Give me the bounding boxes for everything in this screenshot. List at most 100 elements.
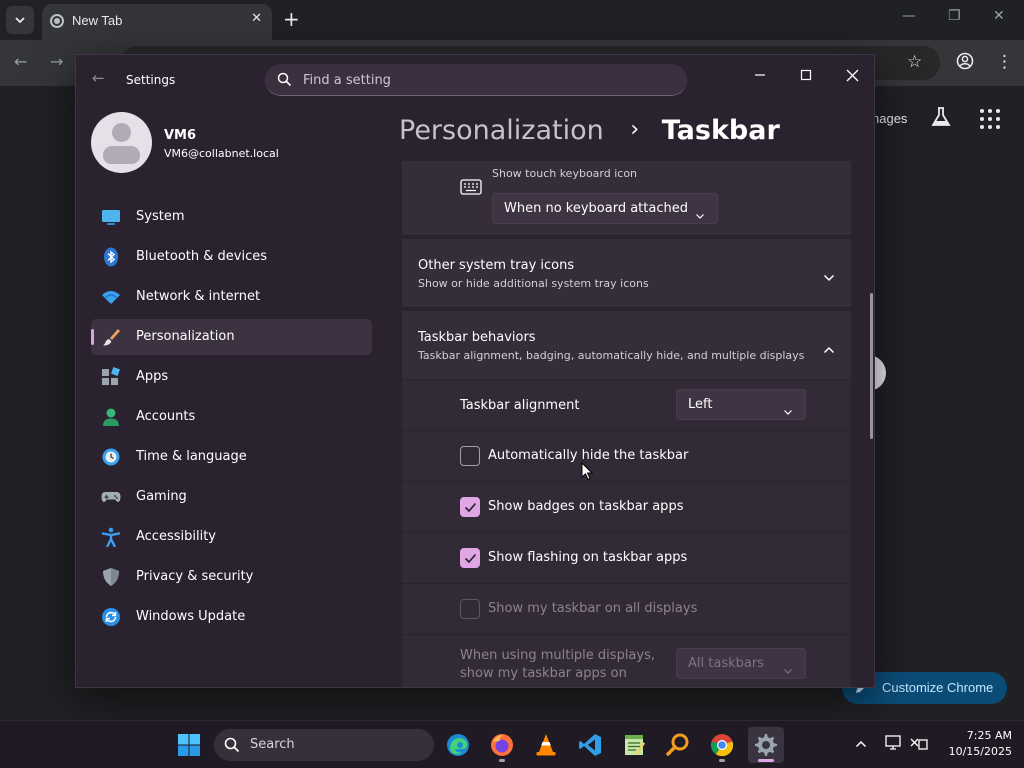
tab-search-button[interactable] bbox=[6, 6, 34, 34]
dropdown-value: When no keyboard attached bbox=[504, 201, 688, 216]
sidebar-item-accessibility[interactable]: Accessibility bbox=[91, 519, 372, 555]
magnifier-app-icon bbox=[666, 733, 689, 756]
sidebar-item-bluetooth[interactable]: Bluetooth & devices bbox=[91, 239, 372, 275]
images-link[interactable]: nages bbox=[872, 111, 907, 126]
settings-search-input[interactable] bbox=[303, 70, 663, 90]
chrome-menu-icon[interactable]: ⋮ bbox=[996, 52, 1013, 72]
tray-overflow-chevron-icon[interactable] bbox=[855, 733, 867, 752]
taskbar-vlc[interactable] bbox=[528, 727, 564, 763]
card-desc: Taskbar alignment, badging, automaticall… bbox=[418, 349, 805, 362]
auto-hide-checkbox[interactable] bbox=[460, 446, 480, 466]
taskbar-clock[interactable]: 7:25 AM 10/15/2025 bbox=[936, 728, 1012, 760]
multi-display-label-line2: show my taskbar apps on bbox=[460, 666, 627, 681]
taskbar-edge[interactable] bbox=[440, 727, 476, 763]
taskbar-search-label: Search bbox=[250, 737, 295, 752]
app-title: Settings bbox=[126, 73, 176, 87]
sidebar-item-personalization[interactable]: Personalization bbox=[91, 319, 372, 355]
sidebar-item-network[interactable]: Network & internet bbox=[91, 279, 372, 315]
minimize-icon bbox=[755, 74, 765, 76]
sidebar-item-label: Personalization bbox=[136, 329, 235, 344]
firefox-icon bbox=[491, 734, 513, 756]
profile-icon[interactable] bbox=[956, 52, 974, 75]
content-scrollbar[interactable] bbox=[870, 293, 873, 439]
other-tray-icons-card[interactable]: Other system tray icons Show or hide add… bbox=[402, 239, 851, 307]
show-badges-label[interactable]: Show badges on taskbar apps bbox=[488, 499, 683, 514]
sidebar-item-label: Apps bbox=[136, 369, 169, 384]
chrome-forward-icon[interactable]: → bbox=[50, 52, 63, 71]
touch-keyboard-dropdown[interactable]: When no keyboard attached bbox=[492, 193, 718, 224]
sidebar-item-accounts[interactable]: Accounts bbox=[91, 399, 372, 435]
sidebar-item-windows-update[interactable]: Windows Update bbox=[91, 599, 372, 635]
checkmark-icon bbox=[464, 553, 477, 564]
taskbar-search-app[interactable] bbox=[660, 727, 696, 763]
sidebar-item-gaming[interactable]: Gaming bbox=[91, 479, 372, 515]
taskbar-firefox[interactable] bbox=[484, 727, 520, 763]
chrome-tab[interactable]: New Tab ✕ bbox=[42, 4, 272, 40]
show-badges-row: Show badges on taskbar apps bbox=[402, 482, 851, 532]
minimize-button[interactable] bbox=[740, 61, 780, 89]
taskbar-settings[interactable] bbox=[748, 727, 784, 763]
chevron-down-icon[interactable] bbox=[823, 267, 835, 286]
taskbar-notepad[interactable] bbox=[616, 727, 652, 763]
chrome-minimize-icon[interactable]: — bbox=[902, 8, 916, 24]
bookmark-star-icon[interactable]: ☆ bbox=[907, 52, 922, 72]
chrome-favicon-icon bbox=[50, 14, 64, 28]
chrome-restore-icon[interactable]: ❐ bbox=[948, 8, 961, 24]
bluetooth-icon bbox=[101, 247, 121, 267]
profile-avatar-icon bbox=[956, 52, 974, 70]
accessibility-icon bbox=[101, 527, 121, 548]
all-displays-checkbox bbox=[460, 599, 480, 619]
taskbar-alignment-dropdown[interactable]: Left bbox=[676, 389, 806, 420]
taskbar-vscode[interactable] bbox=[572, 727, 608, 763]
show-flashing-checkbox[interactable] bbox=[460, 548, 480, 568]
close-icon bbox=[846, 69, 858, 81]
show-badges-checkbox[interactable] bbox=[460, 497, 480, 517]
dropdown-value: All taskbars bbox=[688, 656, 764, 671]
sidebar-item-apps[interactable]: Apps bbox=[91, 359, 372, 395]
dropdown-value: Left bbox=[688, 397, 713, 412]
chevron-down-icon bbox=[783, 660, 793, 679]
taskbar-chrome[interactable] bbox=[704, 727, 740, 763]
start-button[interactable] bbox=[171, 727, 207, 763]
search-icon bbox=[224, 737, 240, 757]
chrome-back-icon[interactable]: ← bbox=[14, 52, 27, 71]
google-apps-icon[interactable] bbox=[980, 109, 1000, 129]
breadcrumb-parent[interactable]: Personalization bbox=[399, 115, 604, 146]
multi-display-dropdown: All taskbars bbox=[676, 648, 806, 679]
chrome-icon bbox=[710, 734, 734, 757]
clock-time: 7:25 AM bbox=[966, 729, 1012, 742]
customize-chrome-label: Customize Chrome bbox=[882, 680, 994, 695]
taskbar-search[interactable]: Search bbox=[214, 729, 434, 761]
network-disconnected-icon[interactable] bbox=[910, 735, 928, 755]
taskbar-behaviors-card[interactable]: Taskbar behaviors Taskbar alignment, bad… bbox=[402, 311, 851, 379]
maximize-button[interactable] bbox=[786, 61, 826, 89]
chevron-down-icon bbox=[783, 401, 793, 420]
new-tab-button[interactable]: + bbox=[283, 8, 300, 30]
display-icon[interactable] bbox=[885, 735, 901, 755]
show-flashing-label[interactable]: Show flashing on taskbar apps bbox=[488, 550, 687, 565]
chevron-up-icon[interactable] bbox=[823, 339, 835, 358]
sidebar-item-privacy[interactable]: Privacy & security bbox=[91, 559, 372, 595]
chrome-close-icon[interactable]: ✕ bbox=[993, 8, 1005, 24]
avatar[interactable] bbox=[91, 112, 152, 173]
windows-logo-icon bbox=[178, 734, 200, 756]
back-arrow-icon[interactable]: ← bbox=[92, 69, 105, 87]
close-button[interactable] bbox=[832, 61, 872, 89]
sidebar-item-time-language[interactable]: Time & language bbox=[91, 439, 372, 475]
edge-icon bbox=[447, 734, 469, 756]
settings-window: ← Settings VM6 VM6@collabnet.local Syste… bbox=[75, 54, 875, 688]
apps-icon bbox=[101, 367, 121, 387]
multi-display-label-line1: When using multiple displays, bbox=[460, 648, 655, 663]
mouse-cursor-icon bbox=[581, 461, 594, 485]
sidebar-item-system[interactable]: System bbox=[91, 199, 372, 235]
labs-flask-icon[interactable] bbox=[930, 106, 952, 132]
card-title: Other system tray icons bbox=[418, 258, 575, 273]
brush-icon bbox=[101, 327, 121, 347]
auto-hide-label[interactable]: Automatically hide the taskbar bbox=[488, 448, 688, 463]
sidebar-item-label: Bluetooth & devices bbox=[136, 249, 267, 264]
auto-hide-row: Automatically hide the taskbar bbox=[402, 431, 851, 481]
taskbar-alignment-row: Taskbar alignment Left bbox=[402, 380, 851, 430]
settings-search-box[interactable] bbox=[265, 64, 687, 96]
close-tab-icon[interactable]: ✕ bbox=[251, 11, 262, 26]
chrome-tab-title: New Tab bbox=[72, 13, 123, 28]
